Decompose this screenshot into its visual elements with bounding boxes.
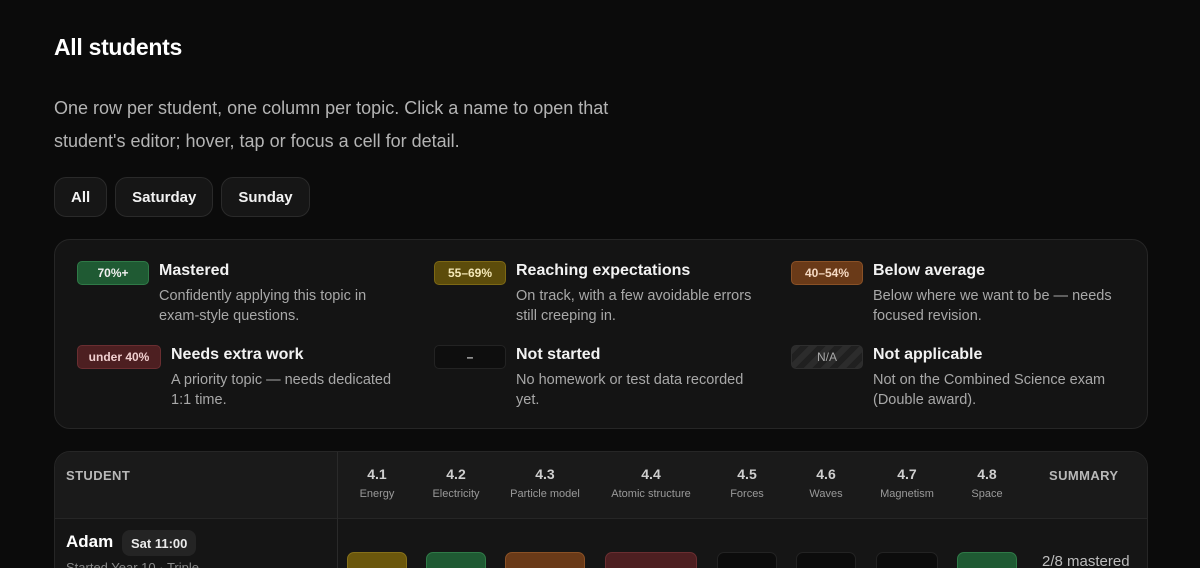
grade-cell-4-8[interactable] [957,552,1017,568]
legend-title-extra: Needs extra work [171,346,304,363]
column-divider [337,452,338,568]
topic-header-4-7: 4.7 Magnetism [880,466,934,500]
grade-cell-4-3[interactable] [505,552,585,568]
legend-swatch-na: N/A [791,345,863,369]
topic-header-4-8: 4.8 Space [971,466,1002,500]
legend-swatch-mastered: 70%+ [77,261,149,285]
topic-name: Energy [359,488,395,500]
grade-cell-4-6[interactable] [796,552,856,568]
topic-name: Atomic structure [611,488,691,500]
summary-column-header: SUMMARY [1049,468,1119,483]
session-filter-group: All Saturday Sunday [54,177,310,217]
topic-header-4-3: 4.3 Particle model [510,466,580,500]
grade-cell-4-7[interactable] [876,552,938,568]
student-subtitle: Started Year 10 · Triple [66,560,199,568]
topic-number: 4.8 [977,466,997,482]
grade-cell-4-5[interactable] [717,552,777,568]
topic-number: 4.4 [641,466,661,482]
grade-cell-4-4[interactable] [605,552,697,568]
topic-number: 4.6 [816,466,836,482]
legend-swatch-reaching: 55–69% [434,261,506,285]
legend-desc-mastered: Confidently applying this topic in exam-… [159,288,367,324]
filter-sunday-button[interactable]: Sunday [221,177,310,217]
topic-name: Space [971,488,1003,500]
topic-number: 4.3 [535,466,555,482]
page-intro: One row per student, one column per topi… [54,98,609,151]
students-table: STUDENT 4.1 Energy 4.2 Electricity 4.3 P… [54,451,1148,568]
legend-desc-below: Below where we want to be — needs focuse… [873,288,1112,324]
topic-header-4-4: 4.4 Atomic structure [611,466,690,500]
topic-header-4-6: 4.6 Waves [809,466,842,500]
topic-name: Magnetism [880,488,934,500]
filter-all-button[interactable]: All [54,177,108,217]
topic-number: 4.7 [897,466,917,482]
legend-item-extra: under 40% Needs extra work A priority to… [77,345,411,410]
legend-title-mastered: Mastered [159,262,230,279]
topic-name: Forces [730,488,764,500]
topic-header-4-2: 4.2 Electricity [432,466,479,500]
legend-title-na: Not applicable [873,346,983,363]
legend-title-below: Below average [873,262,986,279]
legend-item-below: 40–54% Below average Below where we want… [791,261,1113,326]
topic-name: Waves [809,488,843,500]
legend-item-mastered: 70%+ Mastered Confidently applying this … [77,261,399,326]
legend-item-na: N/A Not applicable Not on the Combined S… [791,345,1113,410]
topic-number: 4.2 [446,466,466,482]
legend-item-not-started: – Not started No homework or test data r… [434,345,756,410]
legend-item-reaching: 55–69% Reaching expectations On track, w… [434,261,756,326]
session-slot-badge: Sat 11:00 [122,530,197,556]
legend-desc-reaching: On track, with a few avoidable errors st… [516,288,752,324]
legend-title-not-started: Not started [516,346,601,363]
legend-title-reaching: Reaching expectations [516,262,691,279]
legend-desc-extra: A priority topic — needs dedicated 1:1 t… [171,372,392,408]
legend-desc-not-started: No homework or test data recorded yet. [516,372,744,408]
topic-header-4-1: 4.1 Energy [360,466,395,500]
student-column-header: STUDENT [66,468,131,483]
student-name-link[interactable]: Adam [66,532,113,552]
topic-name: Particle model [510,488,580,500]
page-title: All students [54,34,183,60]
topic-number: 4.5 [737,466,757,482]
row-summary: 2/8 mastered [1042,553,1130,568]
legend-swatch-not-started: – [434,345,506,369]
legend-panel: 70%+ Mastered Confidently applying this … [54,239,1148,429]
legend-desc-na: Not on the Combined Science exam (Double… [873,372,1106,408]
legend-swatch-extra: under 40% [77,345,161,369]
grade-cell-4-1[interactable] [347,552,407,568]
legend-swatch-below: 40–54% [791,261,863,285]
topic-header-4-5: 4.5 Forces [730,466,764,500]
topic-name: Electricity [432,488,480,500]
filter-saturday-button[interactable]: Saturday [115,177,214,217]
grade-cell-4-2[interactable] [426,552,486,568]
topic-number: 4.1 [367,466,387,482]
table-header: STUDENT 4.1 Energy 4.2 Electricity 4.3 P… [55,452,1147,519]
